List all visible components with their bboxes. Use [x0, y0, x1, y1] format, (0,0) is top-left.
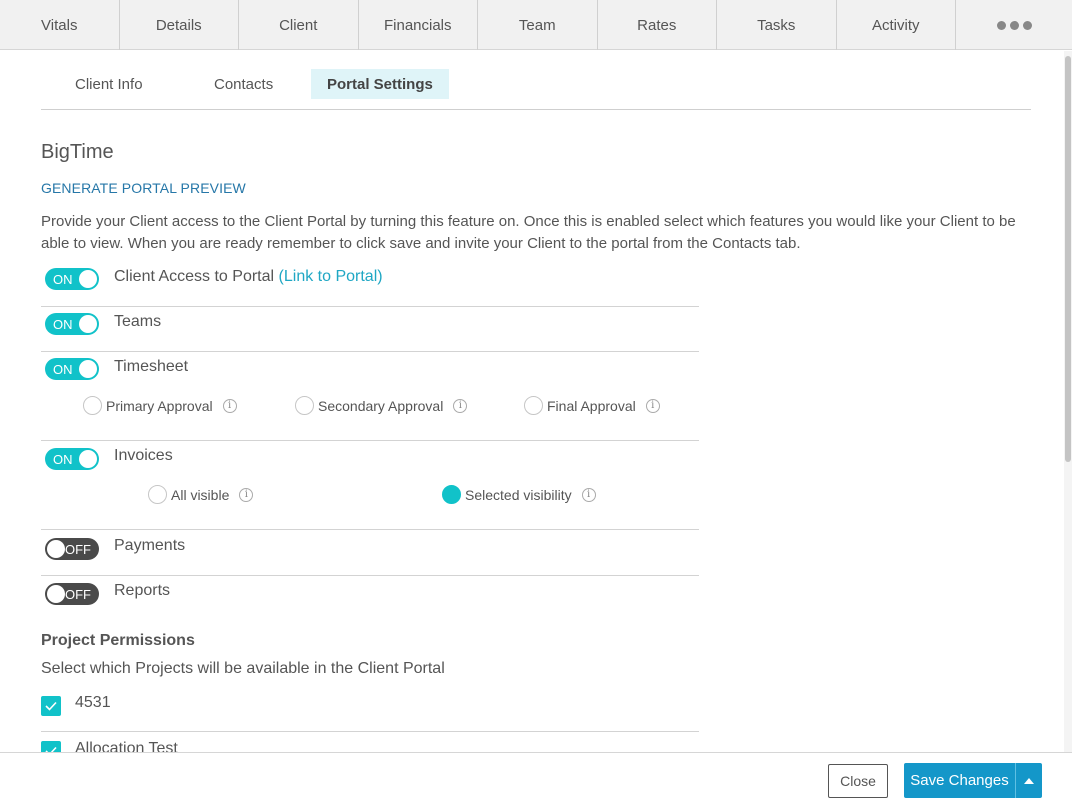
- tab-rates[interactable]: Rates: [598, 0, 717, 50]
- selected-visibility-option[interactable]: Selected visibility i: [442, 485, 596, 504]
- toggle-knob: [79, 270, 97, 288]
- selected-visibility-label: Selected visibility: [465, 486, 572, 503]
- toggle-state-label: ON: [53, 272, 73, 287]
- sub-tab-bar: Client Info Contacts Portal Settings: [41, 68, 1031, 110]
- portal-description: Provide your Client access to the Client…: [41, 213, 1016, 252]
- footer-bar: Close Save Changes: [0, 752, 1072, 800]
- teams-toggle[interactable]: ON: [45, 313, 99, 335]
- teams-label: Teams: [114, 313, 162, 330]
- timesheet-toggle[interactable]: ON: [45, 358, 99, 380]
- toggle-knob: [79, 315, 97, 333]
- divider: [41, 306, 699, 307]
- info-icon[interactable]: i: [222, 398, 237, 413]
- top-tab-bar: Vitals Details Client Financials Team Ra…: [0, 0, 1072, 50]
- reports-label: Reports: [114, 582, 171, 599]
- tab-financials[interactable]: Financials: [359, 0, 478, 50]
- divider: [41, 575, 699, 576]
- primary-approval-radio[interactable]: [83, 396, 102, 415]
- save-options-button[interactable]: [1016, 763, 1042, 798]
- toggle-knob: [79, 360, 97, 378]
- reports-toggle[interactable]: OFF: [45, 583, 99, 605]
- client-access-text: Client Access to Portal: [114, 268, 275, 285]
- selected-visibility-radio[interactable]: [442, 485, 461, 504]
- tab-vitals[interactable]: Vitals: [0, 0, 120, 50]
- invoices-toggle[interactable]: ON: [45, 448, 99, 470]
- divider: [41, 529, 699, 530]
- subtab-client-info[interactable]: Client Info: [75, 69, 143, 99]
- caret-up-icon: [1024, 777, 1034, 784]
- save-changes-button[interactable]: Save Changes: [904, 763, 1016, 798]
- final-approval-label: Final Approval: [547, 397, 636, 414]
- final-approval-radio[interactable]: [524, 396, 543, 415]
- link-to-portal[interactable]: (Link to Portal): [279, 268, 383, 285]
- divider: [41, 731, 699, 732]
- info-icon[interactable]: i: [581, 487, 596, 502]
- project-permissions-description: Select which Projects will be available …: [41, 660, 445, 677]
- secondary-approval-label: Secondary Approval: [318, 397, 444, 414]
- toggle-knob: [79, 450, 97, 468]
- info-icon[interactable]: i: [239, 487, 254, 502]
- info-icon[interactable]: i: [645, 398, 660, 413]
- secondary-approval-option[interactable]: Secondary Approval i: [295, 396, 468, 415]
- save-changes-split-button[interactable]: Save Changes: [904, 763, 1042, 798]
- all-visible-option[interactable]: All visible i: [148, 485, 254, 504]
- toggle-state-label: ON: [53, 362, 73, 377]
- close-button[interactable]: Close: [828, 764, 888, 798]
- payments-label: Payments: [114, 537, 186, 554]
- secondary-approval-radio[interactable]: [295, 396, 314, 415]
- subtab-contacts[interactable]: Contacts: [214, 69, 273, 99]
- toggle-state-label: ON: [53, 452, 73, 467]
- checkmark-icon: [45, 701, 57, 711]
- timesheet-label: Timesheet: [114, 358, 189, 375]
- payments-toggle[interactable]: OFF: [45, 538, 99, 560]
- tab-client[interactable]: Client: [239, 0, 359, 50]
- generate-portal-preview-link[interactable]: GENERATE PORTAL PREVIEW: [41, 180, 246, 196]
- all-visible-radio[interactable]: [148, 485, 167, 504]
- project-permissions-title: Project Permissions: [41, 632, 195, 649]
- tab-team[interactable]: Team: [478, 0, 598, 50]
- primary-approval-option[interactable]: Primary Approval i: [83, 396, 237, 415]
- toggle-knob: [47, 585, 65, 603]
- more-horizontal-icon: [996, 20, 1032, 30]
- toggle-state-label: ON: [53, 317, 73, 332]
- toggle-state-label: OFF: [65, 542, 91, 557]
- toggle-knob: [47, 540, 65, 558]
- project-checkbox-4531[interactable]: [41, 696, 61, 716]
- tab-details[interactable]: Details: [120, 0, 239, 50]
- primary-approval-label: Primary Approval: [106, 397, 213, 414]
- divider: [41, 351, 699, 352]
- project-label-4531: 4531: [75, 694, 111, 711]
- page-title: BigTime: [41, 141, 114, 163]
- subtab-portal-settings[interactable]: Portal Settings: [311, 69, 449, 99]
- final-approval-option[interactable]: Final Approval i: [524, 396, 660, 415]
- divider: [41, 440, 699, 441]
- client-access-label: Client Access to Portal (Link to Portal): [114, 268, 383, 286]
- invoices-label: Invoices: [114, 447, 173, 464]
- scrollbar-thumb[interactable]: [1065, 56, 1071, 462]
- tab-activity[interactable]: Activity: [837, 0, 956, 50]
- toggle-state-label: OFF: [65, 587, 91, 602]
- tab-more[interactable]: [956, 0, 1072, 50]
- client-access-toggle[interactable]: ON: [45, 268, 99, 290]
- tab-tasks[interactable]: Tasks: [717, 0, 837, 50]
- info-icon[interactable]: i: [453, 398, 468, 413]
- all-visible-label: All visible: [171, 486, 230, 503]
